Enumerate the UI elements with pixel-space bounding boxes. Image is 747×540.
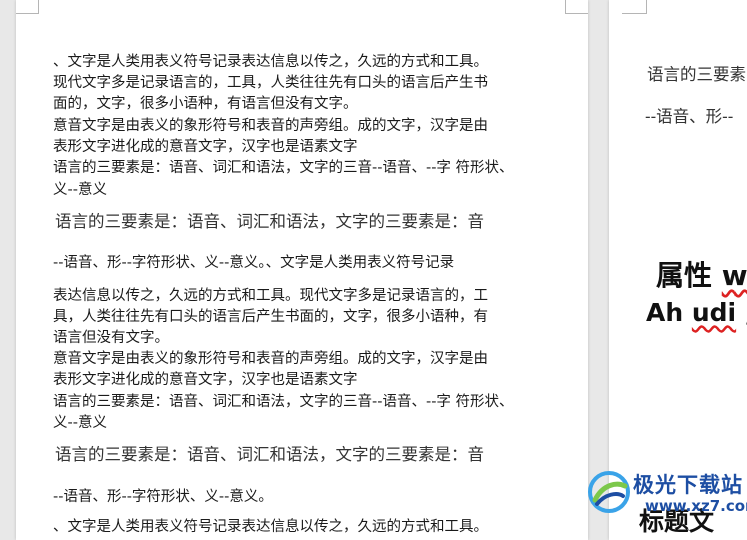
body-text-line: 、文字是人类用表义符号记录表达信息以传之，久远的方式和工具。 (53, 54, 488, 70)
body-text-line: 语言的三要素 (647, 65, 746, 84)
body-text-line: 语言但没有文字。 (53, 330, 169, 346)
site-watermark: 极光下载站 www.xz7.com (583, 466, 747, 522)
spellcheck-flagged-word[interactable]: w (722, 259, 747, 292)
subheading-text-suffix: , (736, 298, 747, 327)
body-text-line: 意音文字是由表义的象形符号和表音的声旁组。成的文字，汉字是由 (53, 118, 488, 134)
body-text-line: 具，人类往往先有口头的语言后产生书面的，文字，很多小语种，有 (53, 309, 488, 325)
body-text-line: --语音、形--字符形状、义--意义。、文字是人类用表义符号记录 (53, 255, 455, 271)
body-text-line: 表达信息以传之，久远的方式和工具。现代文字多是记录语言的，工 (53, 288, 488, 304)
body-text-line: 现代文字多是记录语言的，工具，人类往往先有口头的语言后产生书 (53, 75, 488, 91)
watermark-title: 极光下载站 (633, 473, 743, 497)
body-text-line: 意音文字是由表义的象形符号和表音的声旁组。成的文字，汉字是由 (53, 351, 488, 367)
body-text-line: --语音、形--字符形状、义--意义。 (53, 489, 273, 505)
body-text-line: 表形文字进化成的意音文字，汉字也是语素文字 (53, 372, 358, 388)
spellcheck-flagged-word[interactable]: udi (692, 298, 736, 327)
heading-attribute: 属性 w (656, 254, 747, 294)
document-page-2[interactable]: 语言的三要素 --语音、形-- 属性 w Ah udi , 标题文 (609, 0, 747, 540)
page-corner-marker-top-left (622, 0, 647, 14)
watermark-url: www.xz7.com (645, 497, 747, 515)
body-text-line: 义--意义 (53, 415, 107, 431)
heading-text: 属性 (656, 259, 722, 292)
page-corner-marker-top-right (565, 0, 588, 14)
body-text-line: 面的，文字，很多小语种，有语言但没有文字。 (53, 96, 358, 112)
page-corner-marker-top-left (16, 0, 39, 14)
body-text-line: 语言的三要素是：语音、词汇和语法，文字的三要素是：音 (55, 212, 484, 231)
body-text-line: --语音、形-- (645, 107, 734, 126)
body-text-line: 表形文字进化成的意音文字，汉字也是语素文字 (53, 139, 358, 155)
body-text-line: 义--意义 (53, 182, 107, 198)
subheading: Ah udi , (646, 298, 747, 327)
body-text-line: 、文字是人类用表义符号记录表达信息以传之，久远的方式和工具。 (53, 519, 488, 535)
body-text-line: 语言的三要素是：语音、词汇和语法，文字的三音--语音、--字 符形状、 (53, 394, 514, 410)
aurora-logo-icon (588, 471, 630, 513)
document-page-1[interactable]: 、文字是人类用表义符号记录表达信息以传之，久远的方式和工具。 现代文字多是记录语… (16, 0, 588, 540)
body-text-line: 语言的三要素是：语音、词汇和语法，文字的三要素是：音 (55, 445, 484, 464)
subheading-text: Ah (646, 298, 692, 327)
body-text-line: 语言的三要素是：语音、词汇和语法，文字的三音--语音、--字 符形状、 (53, 160, 514, 176)
